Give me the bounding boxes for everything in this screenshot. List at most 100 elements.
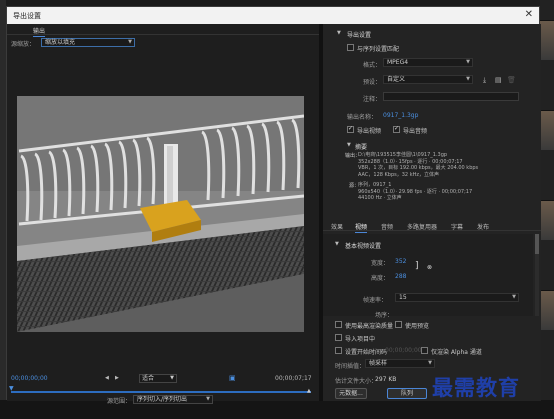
chevron-down-icon[interactable]: ▼ — [347, 142, 351, 148]
chevron-down-icon[interactable]: ▼ — [335, 241, 339, 247]
mark-in-icon[interactable]: ◀ — [105, 375, 109, 381]
settings-pane: ▼ 导出设置 与序列设置匹配 格式： MPEG4 ▼ 预设： 自定义 ▼ ⤓ ▤… — [323, 24, 541, 401]
width-label: 宽度： — [371, 260, 390, 267]
preview-tabs: 输出 — [7, 24, 319, 37]
time-interpolation-select[interactable]: 帧采样 ▼ — [365, 359, 435, 368]
settings-scrollbar[interactable] — [535, 234, 539, 316]
match-sequence-label: 与序列设置匹配 — [357, 46, 400, 53]
start-timecode-label: 设置开始时间码 — [345, 349, 388, 356]
max-render-quality-label: 使用最高渲染质量 — [345, 323, 394, 330]
metadata-button[interactable]: 元数据... — [335, 388, 367, 399]
format-label: 格式： — [363, 62, 382, 69]
background-thumbnail — [540, 290, 554, 330]
time-interpolation-label: 时间插值： — [335, 363, 366, 370]
queue-button[interactable]: 队列 — [387, 388, 427, 399]
tab-output[interactable]: 输出 — [33, 26, 46, 37]
source-scale-label: 源缩放： — [11, 41, 36, 48]
dialog-title: 导出设置 — [13, 12, 41, 20]
link-bracket-icon: ] — [415, 261, 419, 271]
fit-value: 适合 — [142, 375, 155, 382]
preset-select[interactable]: 自定义 ▼ — [383, 75, 473, 84]
framerate-select[interactable]: 15 ▼ — [395, 293, 519, 302]
chevron-down-icon: ▼ — [466, 76, 470, 82]
playhead-icon[interactable]: ▼ — [9, 385, 14, 392]
framerate-value: 15 — [399, 294, 407, 301]
height-label: 高度： — [371, 275, 390, 282]
out-point-icon[interactable]: ▲ — [307, 388, 311, 394]
framerate-label: 帧速率： — [363, 297, 388, 304]
comment-input[interactable] — [383, 92, 519, 101]
chevron-down-icon: ▼ — [428, 360, 432, 366]
mark-out-icon[interactable]: ▶ — [115, 375, 119, 381]
timecode-end: 00;00;07;17 — [275, 375, 312, 382]
preview-pane: 输出 源缩放： 缩放以填充 ▼ 00;00;00;00 ◀ ▶ 适合 ▼ ▣ 0… — [7, 24, 319, 405]
settings-scroll-thumb[interactable] — [535, 234, 539, 254]
export-audio-label: 导出音频 — [403, 128, 428, 135]
chevron-down-icon: ▼ — [170, 375, 174, 381]
playback-controls: 00;00;00;00 ◀ ▶ 适合 ▼ ▣ 00;00;07;17 — [7, 373, 319, 385]
basic-video-heading: 基本视频设置 — [345, 243, 382, 250]
comment-label: 注释： — [363, 96, 382, 103]
source-range-select[interactable]: 序列切入/序列切出 ▼ — [133, 395, 213, 404]
fit-select[interactable]: 适合 ▼ — [139, 374, 177, 383]
import-project-label: 导入项目中 — [345, 336, 376, 343]
source-scale-value: 缩放以填充 — [45, 39, 76, 46]
preset-label: 预设： — [363, 79, 382, 86]
height-value[interactable]: 288 — [395, 273, 406, 280]
delete-preset-icon[interactable]: 🗑 — [507, 76, 516, 84]
chevron-down-icon: ▼ — [206, 396, 210, 402]
summary-output-line: AAC，128 Kbps，32 kHz，立体声 — [358, 171, 439, 178]
source-range-label: 源范围： — [107, 398, 132, 405]
tab-video[interactable]: 视频 — [355, 222, 368, 233]
chevron-down-icon[interactable]: ▼ — [337, 30, 341, 36]
settings-tabs: 效果 视频 音频 多路复用器 字幕 发布 — [323, 220, 541, 233]
source-timeline[interactable]: ▼ ▲ — [7, 385, 319, 395]
format-select[interactable]: MPEG4 ▼ — [383, 58, 473, 67]
start-timecode-checkbox[interactable] — [335, 347, 342, 354]
preview-frame-image — [17, 96, 304, 332]
file-size-value: 297 KB — [375, 376, 397, 383]
save-preset-icon[interactable]: ⤓ — [483, 76, 486, 85]
video-settings-panel: ▼ 基本视频设置 宽度： 352 高度： 288 ] ⊗ 帧速率： 15 ▼ 场… — [323, 234, 533, 319]
output-name-link[interactable]: 0917_1.3gp — [383, 112, 418, 119]
chain-link-icon[interactable]: ⊗ — [427, 264, 432, 271]
watermark-logo: 最需教育 — [432, 375, 520, 400]
source-scale-select[interactable]: 缩放以填充 ▼ — [41, 38, 135, 47]
timeline-track[interactable] — [11, 391, 311, 393]
timecode-start[interactable]: 00;00;00;00 — [11, 375, 48, 382]
start-timecode-value: 00;00;00;00 — [385, 347, 422, 354]
background-thumbnail — [540, 200, 554, 240]
chevron-down-icon: ▼ — [128, 39, 132, 45]
video-preview — [17, 96, 304, 332]
tab-publish[interactable]: 发布 — [477, 222, 489, 231]
match-sequence-checkbox[interactable] — [347, 44, 354, 51]
tab-audio[interactable]: 音频 — [381, 222, 393, 231]
export-settings-dialog: 导出设置 ✕ 输出 源缩放： 缩放以填充 ▼ 00;00;00;00 ◀ ▶ 适… — [6, 6, 541, 405]
preset-value: 自定义 — [387, 76, 406, 83]
import-preset-icon[interactable]: ▤ — [495, 76, 502, 84]
import-project-checkbox[interactable] — [335, 334, 342, 341]
tab-effects[interactable]: 效果 — [331, 222, 343, 231]
use-previews-checkbox[interactable] — [395, 321, 402, 328]
summary-output: D:\电商\193515李佳圆\1\0917_1.3gp 352x288（1.0… — [358, 152, 478, 178]
export-video-label: 导出视频 — [357, 128, 382, 135]
format-value: MPEG4 — [387, 59, 409, 66]
close-icon[interactable]: ✕ — [525, 9, 533, 20]
summary-source: 序列，0917_1 960x540（1.0）· 29.98 fps · 逐行 ·… — [358, 182, 472, 202]
dialog-titlebar: 导出设置 ✕ — [7, 7, 539, 24]
crop-icon[interactable]: ▣ — [229, 374, 236, 382]
summary-source-line: 44100 Hz · 立体声 — [358, 195, 402, 201]
export-audio-checkbox[interactable] — [393, 125, 400, 133]
export-video-checkbox[interactable] — [347, 125, 354, 133]
max-render-quality-checkbox[interactable] — [335, 321, 342, 328]
use-previews-label: 使用预览 — [405, 323, 430, 330]
field-order-label: 场序： — [375, 312, 394, 319]
tab-multiplexer[interactable]: 多路复用器 — [407, 222, 437, 231]
export-settings-heading: 导出设置 — [347, 32, 372, 39]
width-value[interactable]: 352 — [395, 258, 406, 265]
file-size-label: 估计文件大小： — [335, 378, 378, 385]
tab-source[interactable] — [13, 26, 19, 35]
background-thumbnail — [540, 20, 554, 60]
tab-captions[interactable]: 字幕 — [451, 222, 463, 231]
render-alpha-checkbox[interactable] — [421, 347, 428, 354]
